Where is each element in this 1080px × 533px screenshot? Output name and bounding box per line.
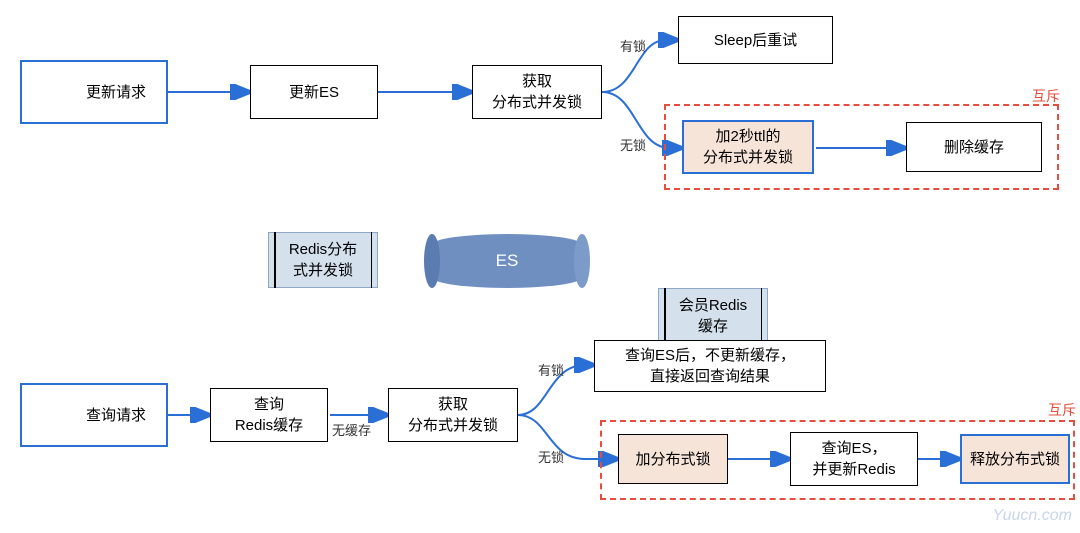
update-start-label: 更新请求 [86,82,146,103]
no-cache-label: 无缓存 [332,420,371,439]
es-store-label: ES [496,251,519,271]
update-es-step: 更新ES [250,65,378,119]
update-es-label: 更新ES [289,82,339,103]
update-start: 更新请求 [20,60,168,124]
add-ttl-lock-label: 加2秒ttl的 分布式并发锁 [703,126,793,168]
locked-label-query: 有锁 [538,360,564,379]
query-start-label: 查询请求 [86,405,146,426]
release-dist-lock-label: 释放分布式锁 [970,449,1060,470]
unlocked-label-query: 无锁 [538,447,564,466]
unlocked-label-update: 无锁 [620,135,646,154]
sleep-retry-label: Sleep后重试 [714,30,797,51]
mutex-label-update: 互斥 [1032,86,1060,106]
query-es-update-redis-label: 查询ES， 并更新Redis [812,438,895,480]
add-dist-lock-label: 加分布式锁 [635,449,710,470]
acquire-lock-query-label: 获取 分布式并发锁 [408,394,498,436]
member-redis-store: 会员Redis 缓存 [658,288,768,344]
query-es-no-update: 查询ES后，不更新缓存， 直接返回查询结果 [594,340,826,392]
locked-label-update: 有锁 [620,36,646,55]
watermark: Yuucn.com [993,507,1072,525]
mutex-label-query: 互斥 [1048,400,1076,420]
release-dist-lock: 释放分布式锁 [960,434,1070,484]
query-start: 查询请求 [20,383,168,447]
acquire-lock-query: 获取 分布式并发锁 [388,388,518,442]
query-es-update-redis: 查询ES， 并更新Redis [790,432,918,486]
sleep-retry: Sleep后重试 [678,16,833,64]
member-redis-store-label: 会员Redis 缓存 [679,295,747,337]
query-es-no-update-label: 查询ES后，不更新缓存， 直接返回查询结果 [625,345,795,387]
delete-cache-label: 删除缓存 [944,137,1004,158]
query-redis-label: 查询 Redis缓存 [235,394,303,436]
query-redis: 查询 Redis缓存 [210,388,328,442]
es-store: ES [432,234,582,288]
redis-lock-store-label: Redis分布 式并发锁 [289,239,357,281]
delete-cache: 删除缓存 [906,122,1042,172]
add-ttl-lock: 加2秒ttl的 分布式并发锁 [682,120,814,174]
redis-lock-store: Redis分布 式并发锁 [268,232,378,288]
acquire-lock-update-label: 获取 分布式并发锁 [492,71,582,113]
add-dist-lock: 加分布式锁 [618,434,728,484]
acquire-lock-update: 获取 分布式并发锁 [472,65,602,119]
